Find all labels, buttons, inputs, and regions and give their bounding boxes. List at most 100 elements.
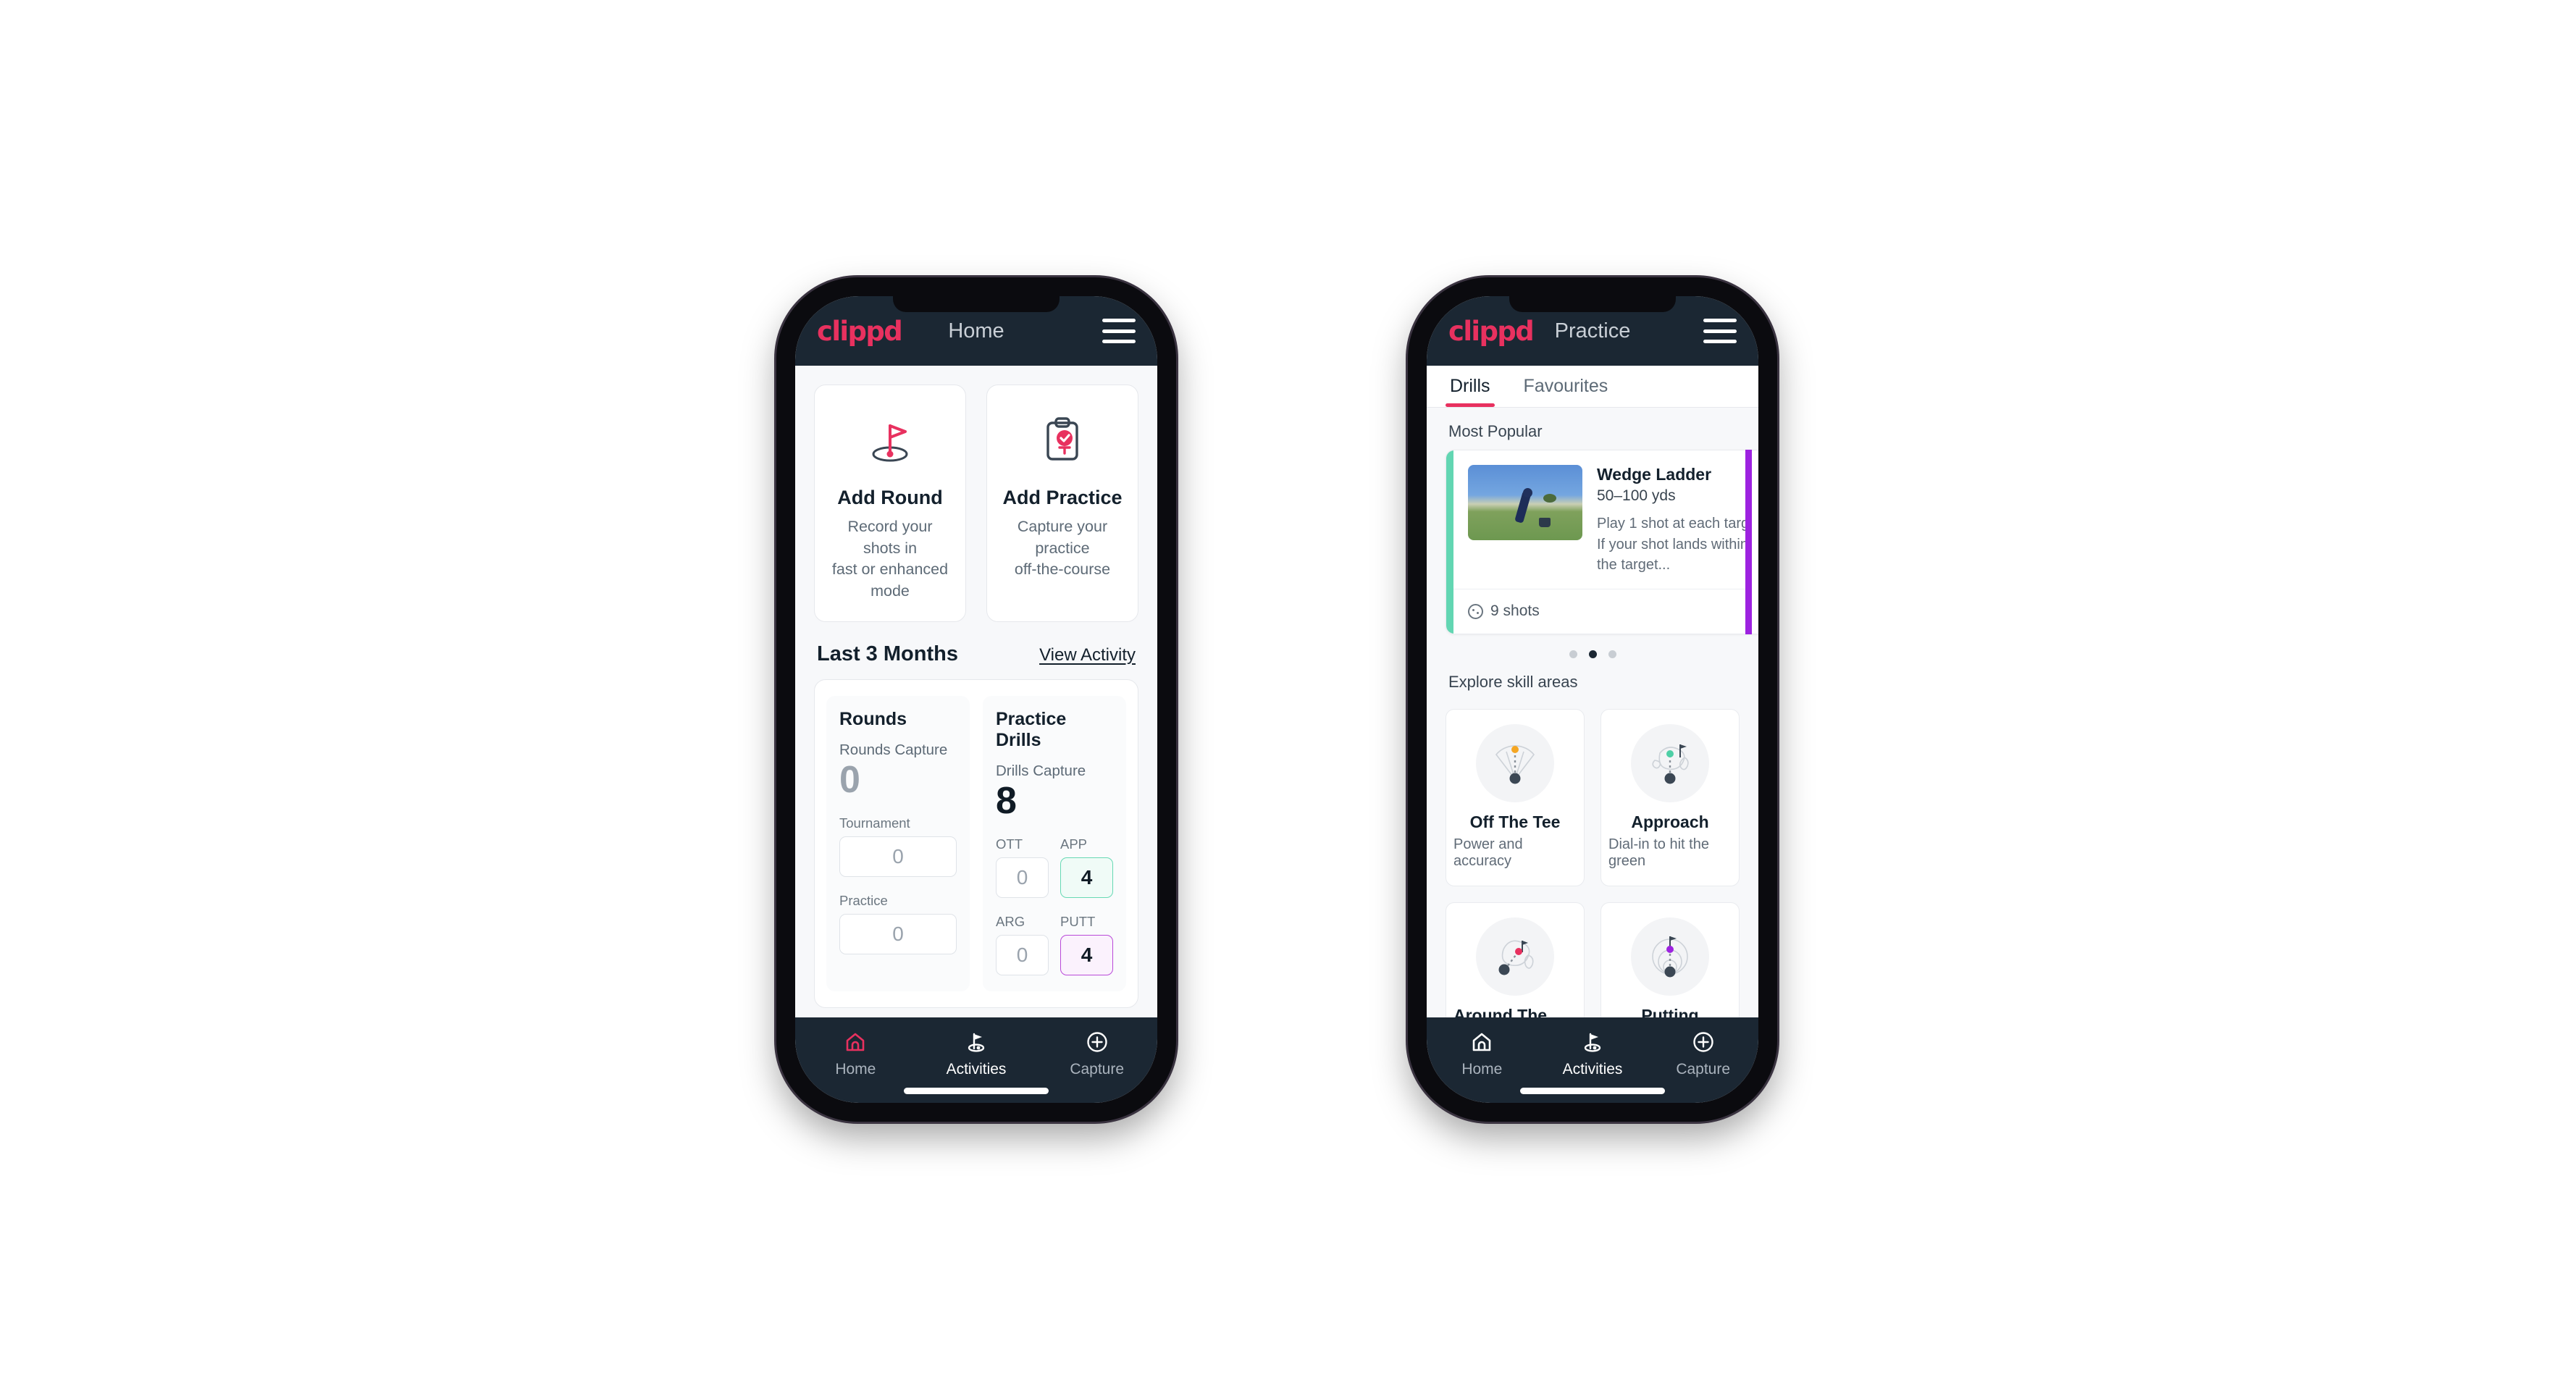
skill-card-off-the-tee[interactable]: Off The Tee Power and accuracy [1446, 708, 1585, 886]
nav-item-capture[interactable]: Capture [1648, 1029, 1758, 1078]
add-round-subtitle-line1: Record your shots in [847, 518, 933, 557]
tab-favourites[interactable]: Favourites [1519, 366, 1613, 407]
skill-name: Putting [1641, 1005, 1699, 1018]
view-activity-link[interactable]: View Activity [1039, 645, 1136, 665]
app-value[interactable]: 4 [1060, 857, 1113, 899]
drill-shots-label: 9 shots [1490, 602, 1540, 619]
golf-flag-icon [1580, 1029, 1605, 1055]
stats-card: Rounds Rounds Capture 0 Tournament 0 Pra… [814, 679, 1138, 1009]
practice-tabs: Drills Favourites [1427, 366, 1758, 408]
add-practice-subtitle-line2: off-the-course [1014, 560, 1111, 579]
drill-thumbnail [1468, 465, 1582, 541]
tee-fan-icon [1476, 723, 1554, 802]
carousel-dot-1[interactable] [1569, 650, 1577, 658]
nav-item-capture[interactable]: Capture [1036, 1029, 1157, 1078]
nav-label-home: Home [1461, 1061, 1503, 1078]
golf-flag-icon [964, 1029, 989, 1055]
quick-actions-row: Add Round Record your shots in fast or e… [795, 366, 1157, 622]
screenshot-canvas: clippd Home Add Round Record your shots … [0, 0, 2576, 1386]
phone-practice: clippd Practice Drills Favourites Most P… [1408, 277, 1777, 1122]
drill-shots: 9 shots [1468, 602, 1540, 620]
skill-name: Approach [1631, 812, 1709, 831]
hamburger-icon[interactable] [1703, 319, 1737, 343]
ott-label: OTT [996, 836, 1023, 852]
home-icon [1470, 1029, 1493, 1055]
home-indicator [1520, 1088, 1665, 1094]
home-scroll-body: Add Round Record your shots in fast or e… [795, 366, 1157, 1017]
skill-name: Around The Green [1453, 1005, 1548, 1018]
skill-sub: Dial-in to hit the green [1608, 836, 1709, 869]
most-popular-carousel[interactable]: Wedge Ladder 50–100 yds ☆ Play 1 shot at… [1427, 450, 1758, 634]
clippd-logo[interactable]: clippd [1448, 316, 1535, 347]
carousel-dot-2[interactable] [1588, 650, 1597, 658]
bottom-nav-home: Home Activities Capture [795, 1017, 1157, 1103]
nav-item-activities[interactable]: Activities [916, 1029, 1037, 1078]
add-round-card[interactable]: Add Round Record your shots in fast or e… [814, 385, 966, 622]
nav-label-activities: Activities [946, 1061, 1007, 1078]
plus-circle-icon [1692, 1029, 1715, 1055]
drills-row-1: OTT 0 APP 4 [996, 820, 1113, 899]
phone-notch [1509, 296, 1676, 312]
carousel-dot-3[interactable] [1608, 650, 1616, 658]
home-indicator [904, 1088, 1049, 1094]
nav-item-home[interactable]: Home [795, 1029, 916, 1078]
putt-label: PUTT [1060, 914, 1096, 930]
putting-rings-icon [1631, 917, 1709, 996]
clippd-logo[interactable]: clippd [817, 316, 903, 347]
tab-drills[interactable]: Drills [1446, 366, 1495, 408]
nav-item-activities[interactable]: Activities [1537, 1029, 1648, 1078]
next-card-peek[interactable] [1741, 450, 1758, 634]
add-round-title: Add Round [837, 487, 943, 508]
add-practice-card[interactable]: Add Practice Capture your practice off-t… [986, 385, 1138, 622]
add-practice-subtitle: Capture your practice off-the-course [1000, 516, 1125, 581]
practice-label: Practice [839, 893, 888, 909]
drills-row-2: ARG 0 PUTT 4 [996, 898, 1113, 976]
app-label: APP [1060, 836, 1088, 852]
nav-label-home: Home [835, 1061, 876, 1078]
plus-circle-icon [1086, 1029, 1109, 1055]
rounds-column: Rounds Rounds Capture 0 Tournament 0 Pra… [826, 695, 970, 992]
phone-notch [893, 296, 1060, 312]
skill-card-around-the-green[interactable]: Around The Green Hone your short game [1446, 902, 1585, 1018]
skill-areas-grid: Off The Tee Power and accuracy Approach … [1427, 700, 1758, 1018]
chip-around-green-icon [1476, 917, 1554, 996]
skill-card-approach[interactable]: Approach Dial-in to hit the green [1600, 708, 1740, 886]
hamburger-icon[interactable] [1102, 319, 1136, 343]
phone-home: clippd Home Add Round Record your shots … [776, 277, 1176, 1122]
drill-accent-bar [1446, 450, 1453, 634]
rounds-heading: Rounds [839, 708, 907, 729]
add-practice-subtitle-line1: Capture your practice [1017, 518, 1108, 557]
tournament-label: Tournament [839, 815, 910, 831]
drill-footer: 9 shots APP [1446, 588, 1758, 634]
golf-ball-icon [1468, 603, 1483, 619]
drill-distance: 50–100 yds [1597, 487, 1676, 505]
last-3-months-header: Last 3 Months View Activity [795, 622, 1157, 679]
most-popular-label: Most Popular [1448, 422, 1543, 441]
practice-scroll-body: Most Popular Wedge Ladder 50–100 yds Pla… [1427, 408, 1758, 1017]
drill-card-wedge-ladder[interactable]: Wedge Ladder 50–100 yds ☆ Play 1 shot at… [1446, 450, 1758, 634]
drills-capture-value: 8 [996, 779, 1017, 822]
rounds-capture-label: Rounds Capture [839, 741, 948, 758]
tournament-value[interactable]: 0 [839, 836, 957, 878]
nav-label-activities: Activities [1562, 1061, 1623, 1078]
arg-value[interactable]: 0 [996, 935, 1049, 976]
rounds-capture-value: 0 [839, 758, 860, 801]
nav-item-home[interactable]: Home [1427, 1029, 1537, 1078]
putt-value[interactable]: 4 [1060, 935, 1113, 976]
bottom-nav-practice: Home Activities Capture [1427, 1017, 1758, 1103]
home-icon [844, 1029, 867, 1055]
drills-capture-label: Drills Capture [996, 762, 1086, 779]
add-round-subtitle-line2: fast or enhanced mode [831, 560, 949, 600]
skill-card-putting[interactable]: Putting Make and lag practice [1600, 902, 1740, 1018]
ott-value[interactable]: 0 [996, 857, 1049, 899]
section-title: Last 3 Months [817, 642, 958, 665]
carousel-dots[interactable] [1427, 634, 1758, 658]
explore-skill-areas-label: Explore skill areas [1448, 672, 1578, 691]
drill-description: Play 1 shot at each target yardage. If y… [1597, 516, 1758, 574]
next-card-accent-bar [1745, 450, 1752, 634]
practice-value[interactable]: 0 [839, 914, 957, 955]
practice-drills-column: Practice Drills Drills Capture 8 OTT 0 A… [983, 695, 1126, 992]
clipboard-check-icon [1036, 407, 1089, 474]
nav-label-capture: Capture [1676, 1061, 1731, 1078]
drill-title: Wedge Ladder [1597, 465, 1712, 484]
